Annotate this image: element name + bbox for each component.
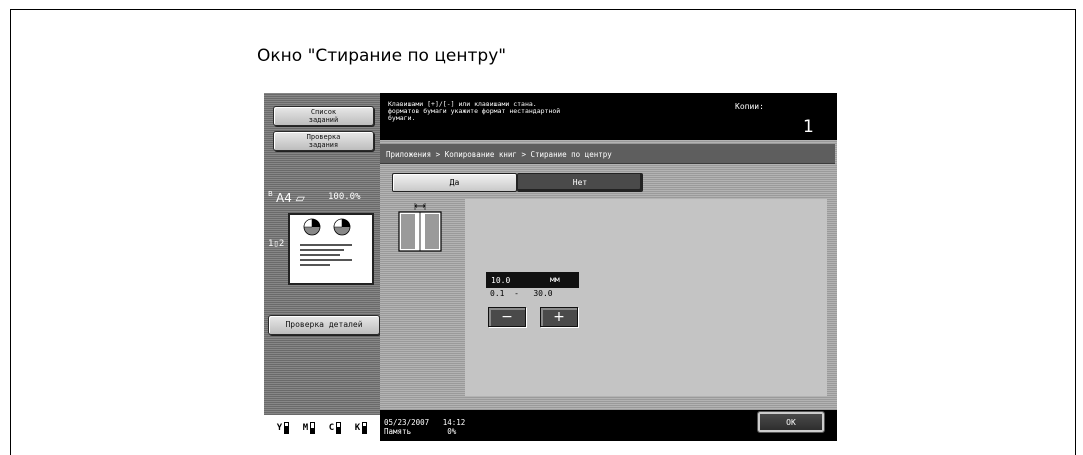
frame-top-line — [10, 9, 1076, 10]
center-erase-icon — [398, 203, 442, 252]
job-check-label-line1: Проверка — [306, 133, 341, 141]
instruction-message: Клавишами [+]/[-] или клавишами стана. ф… — [388, 100, 561, 122]
decrease-button[interactable]: − — [488, 307, 526, 327]
page-preview — [288, 213, 374, 285]
toner-magenta: M — [303, 422, 316, 434]
preview-document-icon — [300, 218, 352, 266]
yes-button[interactable]: Да — [392, 173, 517, 192]
job-check-label-line2: задания — [308, 141, 339, 149]
toner-cyan: C — [329, 422, 342, 434]
zoom-ratio: 100.0% — [328, 192, 361, 202]
paper-size: A4 ▱ — [276, 191, 305, 205]
toner-cyan-fill — [337, 427, 341, 433]
toner-levels: Y M C K — [264, 415, 380, 441]
left-sidebar: Список заданий Проверка задания B A4 ▱ 1… — [264, 93, 380, 441]
width-unit: мм — [550, 275, 560, 284]
duplex-mode-icon: 1▯2 — [268, 239, 285, 249]
memory-status: Память 0% — [384, 427, 457, 436]
breadcrumb: Приложения > Копирование книг > Стирание… — [380, 144, 835, 164]
toner-black: K — [355, 422, 368, 434]
ok-button[interactable]: OK — [757, 411, 825, 433]
toner-magenta-fill — [311, 427, 315, 433]
copier-panel: Список заданий Проверка задания B A4 ▱ 1… — [264, 93, 837, 441]
width-value: 10.0 — [491, 275, 511, 285]
copies-count: 1 — [803, 117, 814, 137]
frame-left-line — [10, 9, 11, 455]
message-bar: Клавишами [+]/[-] или клавишами стана. ф… — [380, 93, 837, 140]
job-list-label-line2: заданий — [308, 116, 339, 124]
width-value-field[interactable]: 10.0 мм — [486, 272, 579, 288]
detail-check-button[interactable]: Проверка деталей — [268, 315, 380, 335]
status-footer: 05/23/2007 14:12 Память 0% OK — [380, 410, 837, 441]
job-check-button[interactable]: Проверка задания — [273, 131, 374, 151]
job-list-label-line1: Список — [310, 108, 337, 116]
toner-black-fill — [363, 425, 367, 433]
paper-status: B A4 ▱ 100.0% — [264, 190, 380, 205]
copies-label: Копии: — [735, 102, 764, 111]
figure-caption: Окно "Стирание по центру" — [257, 46, 507, 66]
value-range: 0.1 - 30.0 — [490, 289, 553, 298]
paper-flag: B — [268, 190, 273, 198]
increase-button[interactable]: + — [540, 307, 578, 327]
date-time: 05/23/2007 14:12 — [384, 418, 466, 427]
job-list-button[interactable]: Список заданий — [273, 106, 374, 126]
toner-yellow: Y — [277, 422, 290, 434]
main-area: Приложения > Копирование книг > Стирание… — [380, 140, 837, 410]
no-button[interactable]: Нет — [517, 173, 643, 192]
frame-right-line — [1075, 9, 1076, 455]
paper-orientation-icon: ▱ — [295, 191, 305, 205]
toner-yellow-fill — [285, 426, 289, 433]
